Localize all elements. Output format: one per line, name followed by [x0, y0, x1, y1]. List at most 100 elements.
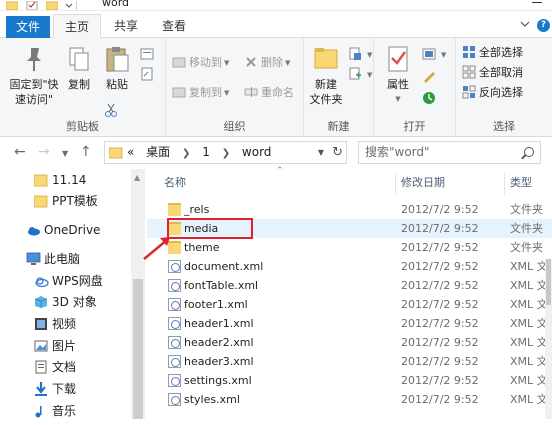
file-row[interactable]: styles.xml 2012/7/2 9:52 XML 文 — [147, 390, 552, 409]
file-type: XML 文 — [510, 393, 548, 406]
customize-quick-access-icon[interactable] — [64, 0, 84, 10]
document-icon — [34, 360, 49, 374]
copy-path-button[interactable] — [140, 46, 157, 64]
column-divider[interactable] — [395, 173, 396, 195]
file-name: footer1.xml — [184, 298, 248, 311]
nav-item-label: 11.14 — [52, 173, 87, 187]
breadcrumb-item-desktop[interactable]: 桌面 — [146, 145, 170, 159]
new-item-icon — [348, 47, 362, 61]
file-type: XML 文 — [510, 298, 548, 311]
ribbon-tab-bar: 文件 主页 共享 查看 ? — [0, 11, 552, 38]
move-to-button[interactable]: 移动到 ▼ — [172, 54, 229, 72]
delete-button[interactable]: 删除 ▼ — [244, 54, 290, 72]
file-name: theme — [184, 241, 220, 254]
properties-button[interactable]: 属性 ▼ — [380, 44, 416, 107]
copy-button[interactable]: 复制 — [62, 44, 96, 92]
file-row[interactable]: _rels 2012/7/2 9:52 文件夹 — [147, 200, 552, 219]
collapse-ribbon-icon[interactable] — [520, 18, 530, 31]
paste-button[interactable]: 粘贴 — [100, 44, 134, 92]
select-all-button[interactable]: 全部选择 — [462, 44, 523, 62]
breadcrumb-item-word[interactable]: word — [242, 145, 272, 159]
nav-item-label: 3D 对象 — [52, 295, 97, 309]
xml-file-icon — [168, 336, 181, 349]
music-icon — [34, 404, 49, 418]
file-row[interactable]: header2.xml 2012/7/2 9:52 XML 文 — [147, 333, 552, 352]
file-type: 文件夹 — [510, 203, 543, 216]
video-icon — [34, 317, 49, 331]
refresh-icon[interactable]: ↻ — [332, 142, 343, 163]
file-list-scrollbar[interactable] — [545, 259, 552, 419]
file-row[interactable]: header1.xml 2012/7/2 9:52 XML 文 — [147, 314, 552, 333]
pin-quick-access-button[interactable]: 固定到"快 速访问" — [6, 44, 62, 107]
file-type: XML 文 — [510, 279, 548, 292]
easy-access-button[interactable]: ▼ — [348, 66, 372, 84]
column-header-type[interactable]: 类型 — [510, 169, 532, 197]
chevron-right-icon[interactable]: ❯ — [182, 148, 190, 159]
file-row[interactable]: fontTable.xml 2012/7/2 9:52 XML 文 — [147, 276, 552, 295]
breadcrumb-overflow[interactable]: « — [127, 145, 134, 159]
history-button[interactable] — [422, 90, 439, 108]
new-item-button[interactable]: ▼ — [348, 46, 372, 64]
address-bar[interactable]: « 桌面 ❯ 1 ❯ word ▼ ↻ — [104, 141, 347, 164]
select-none-icon — [462, 65, 476, 79]
select-all-label: 全部选择 — [479, 46, 523, 59]
folder-icon — [5, 0, 19, 11]
file-row[interactable]: theme 2012/7/2 9:52 文件夹 — [147, 238, 552, 257]
xml-file-icon — [168, 298, 181, 311]
properties-quick-icon[interactable] — [26, 0, 38, 11]
cube-icon — [34, 295, 49, 309]
select-none-button[interactable]: 全部取消 — [462, 64, 523, 82]
address-dropdown-icon[interactable]: ▼ — [318, 142, 324, 163]
copy-to-icon — [172, 85, 186, 99]
organize-group-label: 组织 — [223, 120, 246, 133]
nav-item-label: 下载 — [52, 382, 77, 396]
column-header-date[interactable]: 修改日期 — [401, 169, 445, 197]
minimize-button[interactable] — [532, 2, 542, 3]
column-divider[interactable] — [504, 173, 505, 195]
paste-shortcut-button[interactable] — [140, 66, 157, 84]
file-row[interactable]: footer1.xml 2012/7/2 9:52 XML 文 — [147, 295, 552, 314]
nav-item-label: OneDrive — [44, 223, 101, 237]
new-folder-quick-icon[interactable] — [45, 0, 59, 11]
folder-icon — [108, 145, 123, 159]
sort-ascending-icon: ⌃ — [276, 166, 284, 176]
tab-share[interactable]: 共享 — [104, 14, 148, 38]
rename-label: 重命名 — [261, 86, 294, 99]
chevron-right-icon[interactable]: ❯ — [222, 148, 230, 159]
tab-view[interactable]: 查看 — [152, 14, 196, 38]
nav-pane-scrollbar[interactable]: ▲ — [131, 169, 145, 419]
file-row[interactable]: settings.xml 2012/7/2 9:52 XML 文 — [147, 371, 552, 390]
new-folder-button[interactable]: 新建 文件夹 — [306, 44, 346, 107]
move-to-label: 移动到 — [189, 56, 222, 69]
scrollbar-thumb[interactable] — [546, 259, 551, 305]
new-folder-icon — [311, 44, 341, 74]
open-group-label: 打开 — [403, 120, 426, 133]
open-file-button[interactable]: ▼ — [422, 46, 446, 64]
back-arrow-icon[interactable]: ← — [14, 145, 26, 159]
scrollbar-thumb[interactable] — [133, 279, 143, 419]
nav-item-label: 图片 — [52, 339, 77, 353]
rename-button[interactable]: 重命名 — [244, 84, 294, 102]
xml-file-icon — [168, 355, 181, 368]
up-arrow-icon[interactable]: ↑ — [80, 145, 92, 159]
breadcrumb-item-1[interactable]: 1 — [202, 145, 210, 159]
scroll-up-icon[interactable]: ▲ — [134, 173, 140, 182]
copy-to-button[interactable]: 复制到 ▼ — [172, 84, 229, 102]
tab-home[interactable]: 主页 — [53, 14, 101, 38]
file-row[interactable]: document.xml 2012/7/2 9:52 XML 文 — [147, 257, 552, 276]
file-type: 文件夹 — [510, 222, 543, 235]
recent-locations-icon[interactable]: ▼ — [62, 147, 68, 161]
search-box[interactable]: 搜索"word" — [358, 141, 541, 164]
file-date: 2012/7/2 9:52 — [401, 336, 479, 349]
forward-arrow-icon[interactable]: → — [38, 145, 50, 159]
file-row[interactable]: header3.xml 2012/7/2 9:52 XML 文 — [147, 352, 552, 371]
edit-file-button[interactable] — [422, 68, 439, 86]
help-icon[interactable]: ? — [537, 19, 550, 32]
invert-selection-button[interactable]: 反向选择 — [462, 84, 523, 102]
file-date: 2012/7/2 9:52 — [401, 393, 479, 406]
properties-label: 属性 — [387, 78, 409, 91]
tab-file[interactable]: 文件 — [6, 16, 50, 38]
column-header-name[interactable]: 名称 — [164, 169, 186, 197]
select-all-icon — [462, 45, 476, 59]
file-date: 2012/7/2 9:52 — [401, 260, 479, 273]
